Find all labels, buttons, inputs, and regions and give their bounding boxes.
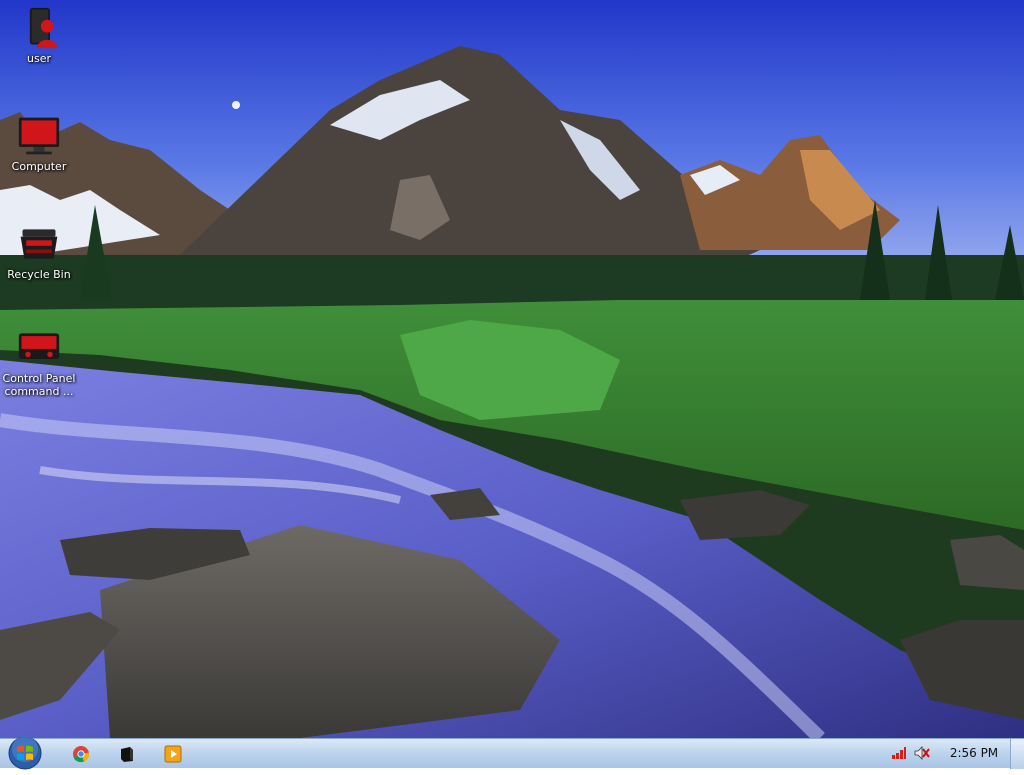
network-signal-icon[interactable] — [891, 746, 907, 760]
taskbar-media-player-button[interactable] — [162, 743, 184, 765]
desktop-icon-recycle-bin[interactable]: Recycle Bin — [0, 222, 78, 281]
computer-icon — [18, 117, 60, 155]
desktop[interactable]: user Computer Recycle Bin Control Panel … — [0, 0, 1024, 738]
windows-logo-icon — [8, 736, 42, 770]
wallpaper — [0, 0, 1024, 738]
desktop-icon-label: Recycle Bin — [7, 268, 71, 281]
desktop-icon-user[interactable]: user — [0, 6, 78, 65]
control-panel-icon — [18, 333, 60, 359]
media-player-icon — [164, 745, 182, 763]
user-folder-icon — [29, 7, 58, 49]
volume-muted-icon[interactable] — [914, 745, 930, 761]
taskbar: 2:56 PM — [0, 735, 1024, 771]
desktop-icon-computer[interactable]: Computer — [0, 114, 78, 173]
recycle-bin-icon — [20, 229, 58, 259]
chrome-icon — [73, 746, 90, 763]
terminal-icon — [121, 747, 133, 762]
desktop-icon-label: Computer — [11, 160, 67, 173]
taskbar-terminal-button[interactable] — [116, 743, 138, 765]
desktop-icon-label: user — [27, 52, 51, 65]
system-clock[interactable]: 2:56 PM — [945, 739, 1003, 769]
desktop-icon-label: Control Panel command ... — [2, 372, 76, 398]
taskbar-chrome-button[interactable] — [70, 743, 92, 765]
start-button[interactable] — [7, 735, 43, 771]
show-desktop-button[interactable] — [1010, 739, 1024, 769]
desktop-icon-control-panel[interactable]: Control Panel command ... — [0, 326, 78, 398]
